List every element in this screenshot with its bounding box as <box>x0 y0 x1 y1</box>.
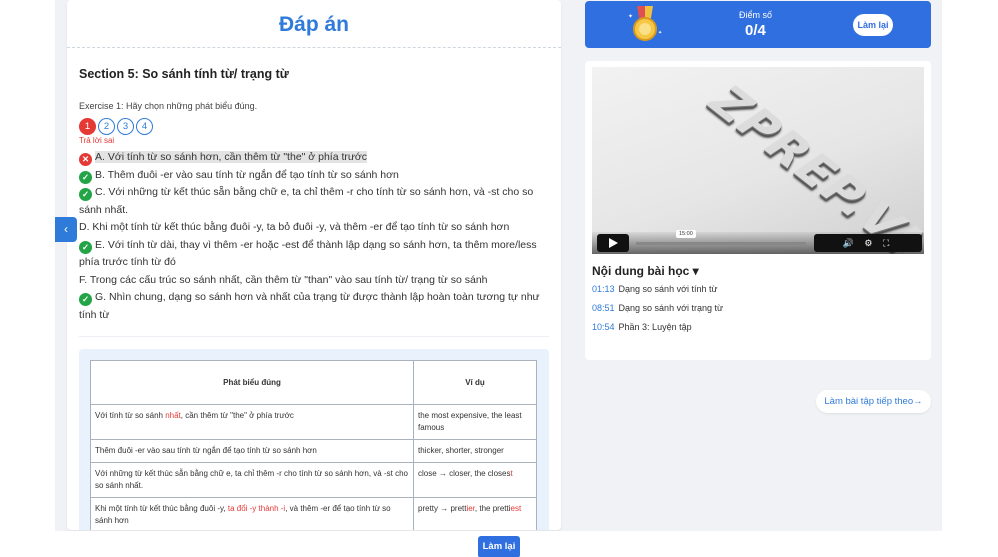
question-number-2[interactable]: 2 <box>98 118 115 135</box>
question-number-nav: 1 2 3 4 <box>79 118 153 135</box>
divider <box>79 336 549 337</box>
cell-text: , the pretti <box>474 504 511 513</box>
video-progress-bar[interactable]: 15:00 <box>636 230 806 245</box>
next-exercise-button[interactable]: Làm bài tập tiếp theo→ <box>816 390 931 413</box>
cell-text: Với những từ kết thúc sẵn bằng chữ e, ta… <box>95 469 408 490</box>
video-logo: ZPREP.VN <box>694 78 924 254</box>
cell-highlight: ta đổi -y thành -i <box>227 504 286 513</box>
statement-text: F. Trong các cấu trúc so sánh nhất, cần … <box>79 273 488 286</box>
table-row: Với tính từ so sánh nhất, cần thêm từ "t… <box>90 404 537 440</box>
cell-highlight: ier <box>466 504 475 513</box>
toc-item[interactable]: 08:51 Dạng so sánh với trạng từ <box>592 303 723 313</box>
table-cell: the most expensive, the least famous <box>413 404 537 440</box>
medal-icon: ✦ ✦ <box>628 6 662 41</box>
table-row: Với những từ kết thúc sẵn bằng chữ e, ta… <box>90 462 537 498</box>
video-controls: 15:00 🔊 ⚙ ⛶ <box>592 230 924 254</box>
wrong-icon: ✕ <box>79 153 92 166</box>
table-cell: Với tính từ so sánh nhất, cần thêm từ "t… <box>90 404 414 440</box>
page-gutter-right <box>942 0 998 557</box>
player-control-icons[interactable]: 🔊 ⚙ ⛶ <box>814 234 922 252</box>
exercise-label: Exercise 1: Hãy chọn những phát biểu đún… <box>79 101 258 111</box>
toc-item[interactable]: 10:54 Phần 3: Luyện tập <box>592 322 692 332</box>
table-header-row: Phát biểu đúng Ví dụ <box>90 360 537 405</box>
collapse-sidebar-button[interactable]: ‹ <box>55 217 77 242</box>
statement-c: ✓ C. Với những từ kết thúc sẵn bằng chữ e… <box>79 184 551 219</box>
video-player[interactable]: ZPREP.VN 15:00 🔊 ⚙ ⛶ <box>592 67 924 254</box>
cell-text: Với tính từ so sánh <box>95 411 166 420</box>
table-cell: Với những từ kết thúc sẵn bằng chữ e, ta… <box>90 462 414 498</box>
statement-b: ✓ B. Thêm đuôi -er vào sau tính từ ngắn đ… <box>79 167 551 185</box>
toc-title[interactable]: Nội dung bài học ▾ <box>592 264 699 278</box>
table-cell: thicker, shorter, stronger <box>413 439 537 463</box>
question-number-1[interactable]: 1 <box>79 118 96 135</box>
explanation-table: Phát biểu đúng Ví dụ Với tính từ so sánh… <box>90 360 537 530</box>
chevron-left-icon: ‹ <box>64 222 68 236</box>
statement-f: F. Trong các cấu trúc so sánh nhất, cần … <box>79 272 551 290</box>
statement-text: G. Nhìn chung, dạng so sánh hơn và nhất … <box>79 291 540 321</box>
cell-highlight: est <box>510 504 522 513</box>
cell-text: pretty → prett <box>418 504 467 513</box>
table-cell: pretty → prettier, the prettiest <box>413 497 537 530</box>
table-cell: close → closer, the closest <box>413 462 537 498</box>
header-example: Ví dụ <box>413 360 537 405</box>
statement-text: D. Khi một tính từ kết thúc bằng đuôi -y… <box>79 221 510 233</box>
toc-title-text: Nội dung bài học <box>592 264 690 278</box>
score-label: Điểm số <box>739 10 773 20</box>
statement-text: E. Với tính từ dài, thay vì thêm -er hoặ… <box>79 238 537 269</box>
check-icon: ✓ <box>79 188 92 201</box>
table-cell: Khi một tính từ kết thúc bằng đuôi -y, t… <box>90 497 414 530</box>
toc-item[interactable]: 01:13 Dạng so sánh với tính từ <box>592 284 718 294</box>
caret-down-icon: ▾ <box>692 264 699 278</box>
check-icon: ✓ <box>79 240 92 254</box>
statement-d: D. Khi một tính từ kết thúc bằng đuôi -y… <box>79 219 551 237</box>
lesson-card: ZPREP.VN 15:00 🔊 ⚙ ⛶ Nội dung bài học ▾ … <box>585 61 931 360</box>
svg-text:✦: ✦ <box>628 13 633 20</box>
toc-label: Phần 3: Luyện tập <box>618 322 692 332</box>
cell-text: close → closer, the closes <box>418 469 511 478</box>
cell-text: thicker, shorter, stronger <box>418 446 504 455</box>
score-card: ✦ ✦ Điểm số 0/4 Làm lại <box>585 1 931 48</box>
header-correct-statement: Phát biểu đúng <box>90 360 414 405</box>
score-value: 0/4 <box>745 22 766 39</box>
svg-text:✦: ✦ <box>658 30 662 36</box>
toc-label: Dạng so sánh với trạng từ <box>618 303 724 313</box>
cell-text: Khi một tính từ kết thúc bằng đuôi -y, <box>95 504 228 513</box>
statement-text: C. Với những từ kết thúc sẵn bằng chữ e,… <box>79 186 534 216</box>
cell-text: , cần thêm từ "the" ở phía trước <box>180 411 294 420</box>
cell-text: the most expensive, the least famous <box>418 411 522 432</box>
statement-list: ✕ A. Với tính từ so sánh hơn, cần thêm từ… <box>79 149 551 324</box>
table-cell: Thêm đuôi -er vào sau tính từ ngắn để tạ… <box>90 439 414 463</box>
question-number-4[interactable]: 4 <box>136 118 153 135</box>
statement-text: A. Với tính từ so sánh hơn, cần thêm từ … <box>95 151 368 163</box>
statement-g: ✓ G. Nhìn chung, dạng so sánh hơn và nhất… <box>79 289 551 324</box>
retry-button-top[interactable]: Làm lại <box>853 14 893 36</box>
toc-time[interactable]: 01:13 <box>592 284 615 294</box>
answer-title: Đáp án <box>67 0 561 48</box>
toc-label: Dạng so sánh với tính từ <box>618 284 718 294</box>
explanation-box: Phát biểu đúng Ví dụ Với tính từ so sánh… <box>79 349 549 530</box>
toc-time[interactable]: 10:54 <box>592 322 615 332</box>
table-row: Khi một tính từ kết thúc bằng đuôi -y, t… <box>90 497 537 530</box>
check-icon: ✓ <box>79 170 92 184</box>
check-icon: ✓ <box>79 293 92 306</box>
page-gutter-left <box>0 0 55 557</box>
cell-text: Thêm đuôi -er vào sau tính từ ngắn để tạ… <box>95 446 317 455</box>
statement-e: ✓ E. Với tính từ dài, thay vì thêm -er ho… <box>79 237 551 272</box>
wrong-answer-label: Trả lời sai <box>79 136 115 145</box>
table-row: Thêm đuôi -er vào sau tính từ ngắn để tạ… <box>90 439 537 463</box>
statement-text: B. Thêm đuôi -er vào sau tính từ ngắn để… <box>95 168 399 181</box>
answer-panel: Đáp án Section 5: So sánh tính từ/ trạng… <box>67 0 561 530</box>
retry-button-bottom[interactable]: Làm lại <box>478 536 520 557</box>
cell-highlight: nhất <box>165 411 181 420</box>
statement-a: ✕ A. Với tính từ so sánh hơn, cần thêm từ… <box>79 149 551 167</box>
time-tooltip: 15:00 <box>676 230 696 238</box>
toc-time[interactable]: 08:51 <box>592 303 615 313</box>
section-title: Section 5: So sánh tính từ/ trạng từ <box>79 67 289 81</box>
play-icon[interactable] <box>597 234 629 252</box>
question-number-3[interactable]: 3 <box>117 118 134 135</box>
cell-highlight: t <box>510 469 513 478</box>
